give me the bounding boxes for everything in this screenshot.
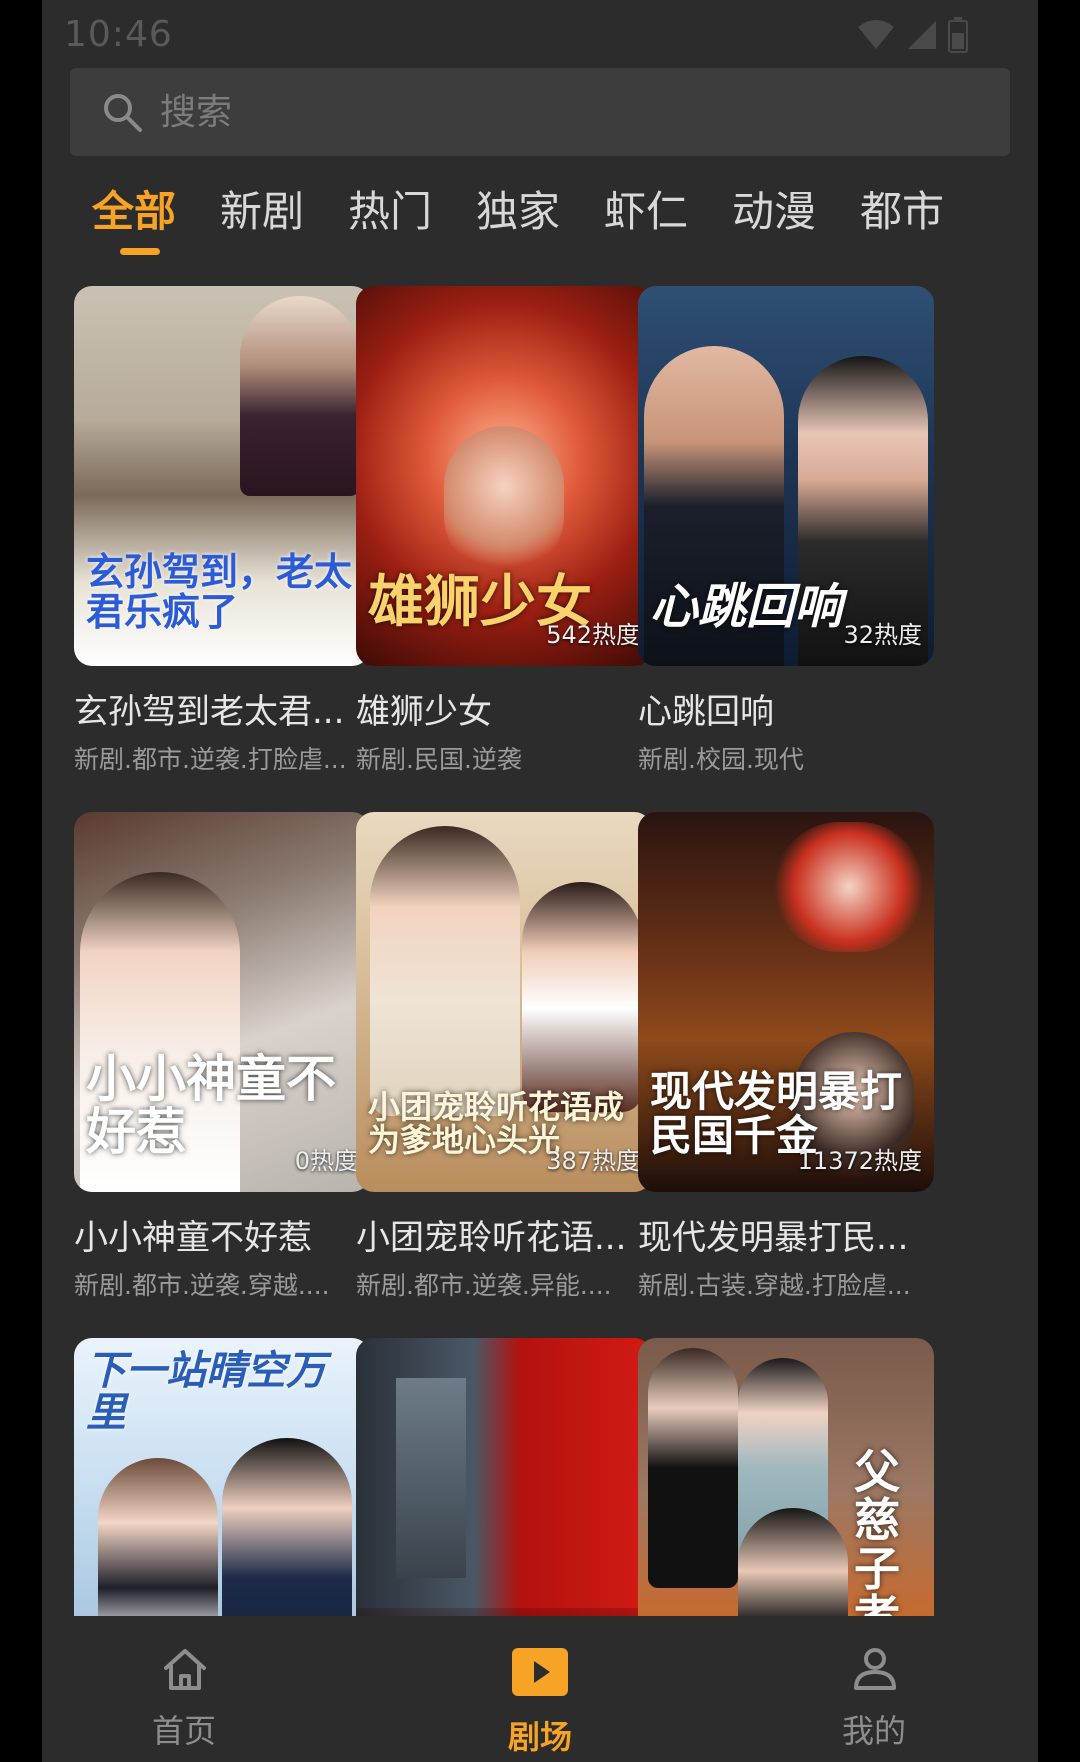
drama-title: 小小神童不好惹 [74,1218,312,1258]
search-icon [104,94,142,132]
drama-poster[interactable] [356,1338,652,1616]
drama-poster[interactable]: 小小神童不好惹 0热度 [74,812,370,1192]
tab-hot[interactable]: 热门 [348,178,432,248]
drama-tags: 新剧.校园.现代 [638,745,804,774]
profile-icon [854,1648,896,1690]
nav-profile[interactable]: 我的 [774,1616,974,1762]
drama-poster[interactable]: 心跳回响 32热度 [638,286,934,666]
home-icon [164,1649,206,1690]
drama-title: 心跳回响 [638,692,774,732]
drama-tags: 新剧.都市.逆袭.穿越.... [74,1271,330,1300]
nav-theater-label: 剧场 [507,1718,572,1756]
drama-tags: 新剧.都市.逆袭.异能.... [356,1271,612,1300]
category-tabs: 全部 新剧 热门 独家 虾仁 动漫 都市 [42,178,1038,258]
heat-count: 11372热度 [797,1147,922,1175]
bottom-navigation: 首页 剧场 我的 [42,1616,1038,1762]
drama-title: 玄孙驾到老太君... [74,692,345,732]
play-icon [512,1648,568,1696]
poster-figure [240,296,360,496]
heat-count: 542热度 [546,621,640,649]
heat-count: 0热度 [294,1147,358,1175]
tab-xiaren[interactable]: 虾仁 [604,178,688,248]
poster-title: 下一站晴空万里 [86,1347,326,1436]
poster-figure [222,1438,352,1616]
status-bar: 10:46 [42,0,1038,70]
active-tab-indicator [120,248,160,255]
poster-figure [774,822,924,952]
heat-count: 32热度 [843,621,922,649]
drama-title: 现代发明暴打民... [638,1218,909,1258]
drama-tags: 新剧.民国.逆袭 [356,745,522,774]
drama-poster[interactable]: 现代发明暴打民国千金 11372热度 [638,812,934,1192]
tab-new[interactable]: 新剧 [220,178,304,248]
drama-title: 雄狮少女 [356,692,492,732]
drama-poster[interactable]: 父慈子孝 [638,1338,934,1616]
drama-title: 小团宠聆听花语... [356,1218,627,1258]
poster-title: 父慈子孝 [854,1445,900,1616]
poster-figure [370,826,520,1116]
poster-figure [98,1458,218,1616]
drama-tags: 新剧.都市.逆袭.打脸虐... [74,745,347,774]
app-screen: 10:46 全部 新剧 热门 独家 虾仁 动漫 都市 [42,0,1038,1762]
battery-icon [948,17,968,53]
tab-anime[interactable]: 动漫 [732,178,816,248]
heat-count: 387热度 [546,1147,640,1175]
nav-home[interactable]: 首页 [84,1616,284,1762]
poster-figure [738,1508,848,1616]
status-time: 10:46 [64,14,173,55]
drama-poster[interactable]: 小团宠聆听花语成为爹地心头光 387热度 [356,812,652,1192]
drama-grid: 玄孙驾到，老太君乐疯了 玄孙驾到老太君... 新剧.都市.逆袭.打脸虐... 雄… [74,286,1014,1616]
nav-theater[interactable]: 剧场 [440,1616,640,1762]
drama-tags: 新剧.古装.穿越.打脸虐... [638,1271,911,1300]
drama-poster[interactable]: 雄狮少女 542热度 [356,286,652,666]
signal-icon [908,21,936,49]
poster-figure [522,882,642,1112]
status-icons [856,16,968,54]
drama-poster[interactable]: 玄孙驾到，老太君乐疯了 [74,286,370,666]
poster-figure [444,426,564,576]
wifi-icon [858,20,894,49]
search-bar[interactable] [70,68,1010,156]
poster-shadow [356,1608,652,1616]
search-input[interactable] [160,82,980,142]
tab-all[interactable]: 全部 [92,178,176,248]
poster-corridor [396,1378,466,1578]
poster-figure [648,1348,738,1588]
poster-title: 玄孙驾到，老太君乐疯了 [86,549,353,635]
drama-poster[interactable]: 下一站晴空万里 [74,1338,370,1616]
nav-home-label: 首页 [151,1712,216,1750]
tab-urban[interactable]: 都市 [860,178,944,248]
nav-profile-label: 我的 [841,1712,906,1750]
tab-exclusive[interactable]: 独家 [476,178,560,248]
